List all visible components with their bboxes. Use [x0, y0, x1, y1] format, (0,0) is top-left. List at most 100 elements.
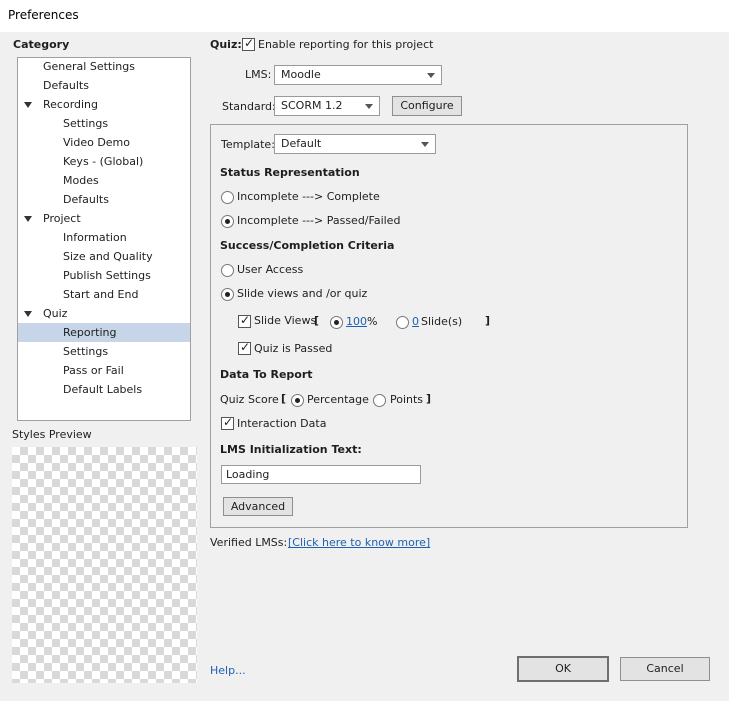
tree-item-pass-or-fail[interactable]: Pass or Fail	[18, 361, 190, 380]
expand-arrow-icon[interactable]	[24, 102, 32, 108]
slide-views-quiz-label: Slide views and /or quiz	[237, 287, 368, 300]
quiz-score-label: Quiz Score	[220, 393, 279, 406]
checkmark-icon: ✓	[240, 313, 251, 327]
status-representation-heading: Status Representation	[220, 166, 360, 179]
user-access-label: User Access	[237, 263, 304, 276]
tree-item-label: Quiz	[43, 307, 68, 320]
quiz-passed-checkbox[interactable]: ✓	[238, 340, 251, 355]
expand-arrow-icon[interactable]	[24, 216, 32, 222]
data-to-report-heading: Data To Report	[220, 368, 313, 381]
ok-button[interactable]: OK	[517, 656, 609, 682]
enable-reporting-checkbox[interactable]: ✓	[242, 36, 255, 51]
chevron-down-icon	[365, 104, 373, 109]
standard-value: SCORM 1.2	[281, 99, 343, 112]
tree-item-label: Default Labels	[63, 383, 143, 396]
lms-init-label: LMS Initialization Text:	[220, 443, 362, 456]
tree-item-defaults[interactable]: Defaults	[18, 76, 190, 95]
interaction-data-label: Interaction Data	[237, 417, 327, 430]
chevron-down-icon	[421, 142, 429, 147]
lms-value: Moodle	[281, 68, 321, 81]
tree-item-label: Modes	[63, 174, 99, 187]
configure-button[interactable]: Configure	[392, 96, 462, 116]
tree-item-start-and-end[interactable]: Start and End	[18, 285, 190, 304]
tree-item-label: Start and End	[63, 288, 139, 301]
tree-item-keys-global[interactable]: Keys - (Global)	[18, 152, 190, 171]
tree-item-recording[interactable]: Recording	[18, 95, 190, 114]
user-access-radio[interactable]	[221, 264, 234, 277]
styles-preview-label: Styles Preview	[12, 428, 92, 441]
tree-item-label: Video Demo	[63, 136, 130, 149]
template-select[interactable]: Default	[274, 134, 436, 154]
category-heading: Category	[13, 38, 70, 51]
advanced-button[interactable]: Advanced	[223, 497, 293, 516]
slide-views-percent-sign: %	[367, 315, 378, 328]
checkmark-icon: ✓	[223, 415, 234, 429]
slide-views-slides-value[interactable]: 0	[412, 315, 419, 328]
tree-item-label: Pass or Fail	[63, 364, 124, 377]
tree-item-label: General Settings	[43, 60, 135, 73]
status-complete-label: Incomplete ---> Complete	[237, 190, 380, 203]
tree-item-size-and-quality[interactable]: Size and Quality	[18, 247, 190, 266]
slide-views-percent-value[interactable]: 100	[346, 315, 367, 328]
standard-select[interactable]: SCORM 1.2	[274, 96, 380, 116]
tree-item-settings[interactable]: Settings	[18, 342, 190, 361]
tree-item-modes[interactable]: Modes	[18, 171, 190, 190]
tree-item-label: Reporting	[63, 326, 117, 339]
quiz-score-open-bracket: [	[281, 392, 287, 405]
slide-views-close-bracket: ]	[485, 314, 491, 327]
points-radio[interactable]	[373, 394, 386, 407]
tree-item-general-settings[interactable]: General Settings	[18, 57, 190, 76]
tree-item-label: Settings	[63, 117, 109, 130]
quiz-passed-label: Quiz is Passed	[254, 342, 333, 355]
tree-item-label: Information	[63, 231, 127, 244]
tree-item-publish-settings[interactable]: Publish Settings	[18, 266, 190, 285]
tree-item-quiz[interactable]: Quiz	[18, 304, 190, 323]
percentage-radio[interactable]	[291, 394, 304, 407]
tree-item-defaults[interactable]: Defaults	[18, 190, 190, 209]
tree-item-settings[interactable]: Settings	[18, 114, 190, 133]
cancel-button[interactable]: Cancel	[620, 657, 710, 681]
status-passed-failed-label: Incomplete ---> Passed/Failed	[237, 214, 401, 227]
percentage-label: Percentage	[307, 393, 369, 406]
points-label: Points	[390, 393, 424, 406]
lms-label: LMS:	[245, 68, 272, 81]
lms-select[interactable]: Moodle	[274, 65, 442, 85]
slide-views-open-bracket: [	[314, 314, 320, 327]
standard-label: Standard:	[222, 100, 276, 113]
tree-item-project[interactable]: Project	[18, 209, 190, 228]
status-complete-radio[interactable]	[221, 191, 234, 204]
checkmark-icon: ✓	[240, 340, 251, 354]
slide-views-label: Slide Views	[254, 314, 317, 327]
window-title: Preferences	[8, 8, 79, 22]
slide-views-slides-label: Slide(s)	[421, 315, 463, 328]
tree-item-label: Publish Settings	[63, 269, 151, 282]
tree-item-label: Project	[43, 212, 81, 225]
tree-item-default-labels[interactable]: Default Labels	[18, 380, 190, 399]
success-criteria-heading: Success/Completion Criteria	[220, 239, 395, 252]
tree-item-label: Size and Quality	[63, 250, 153, 263]
category-tree[interactable]: General Settings Defaults Recording Setting…	[17, 57, 191, 421]
checkmark-icon: ✓	[244, 36, 255, 50]
status-passed-failed-radio[interactable]	[221, 215, 234, 228]
verified-lms-link[interactable]: [Click here to know more]	[288, 536, 430, 549]
lms-init-input[interactable]: Loading	[221, 465, 421, 484]
slide-views-percent-radio[interactable]	[330, 316, 343, 329]
tree-item-reporting[interactable]: Reporting	[18, 323, 190, 342]
tree-item-information[interactable]: Information	[18, 228, 190, 247]
interaction-data-checkbox[interactable]: ✓	[221, 415, 234, 430]
tree-item-label: Defaults	[63, 193, 109, 206]
slide-views-quiz-radio[interactable]	[221, 288, 234, 301]
quiz-score-close-bracket: ]	[426, 392, 432, 405]
tree-item-video-demo[interactable]: Video Demo	[18, 133, 190, 152]
quiz-label: Quiz:	[210, 38, 242, 51]
slide-views-slides-radio[interactable]	[396, 316, 409, 329]
help-link[interactable]: Help...	[210, 664, 246, 677]
slide-views-checkbox[interactable]: ✓	[238, 313, 251, 328]
enable-reporting-label: Enable reporting for this project	[258, 38, 434, 51]
chevron-down-icon	[427, 73, 435, 78]
template-value: Default	[281, 137, 322, 150]
title-bar: Preferences	[0, 0, 729, 32]
tree-item-label: Settings	[63, 345, 109, 358]
expand-arrow-icon[interactable]	[24, 311, 32, 317]
tree-item-label: Recording	[43, 98, 99, 111]
